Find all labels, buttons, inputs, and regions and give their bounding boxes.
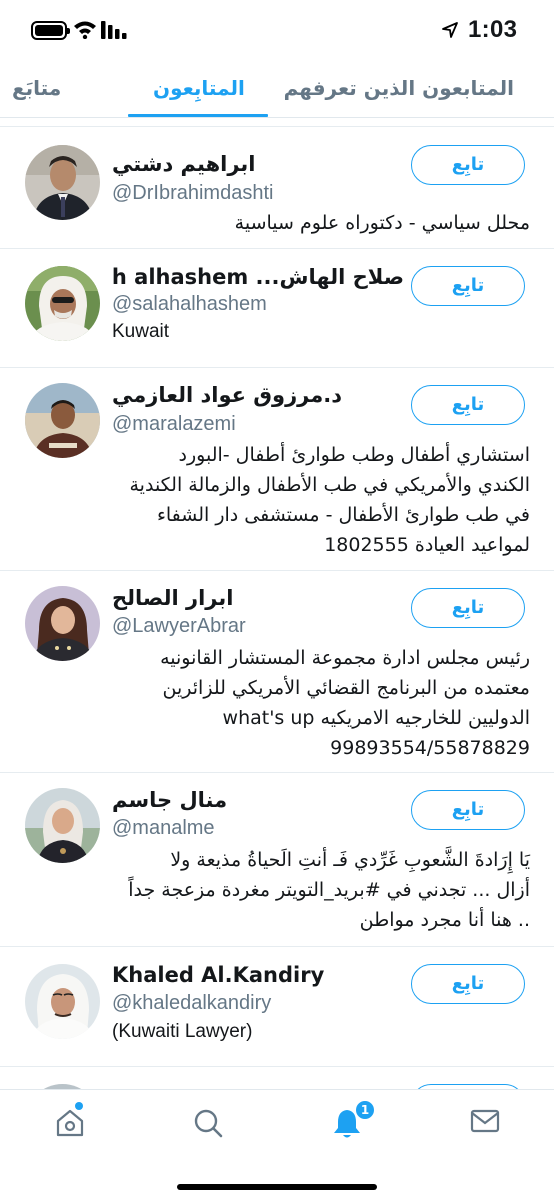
avatar[interactable] xyxy=(25,788,100,863)
follower-list[interactable]: ابراهيم دشتي @DrIbrahimdashti محلل سياسي… xyxy=(0,119,554,1089)
list-item[interactable]: منال جاسم @manalme يَا إِرَادةَ الشَّعوب… xyxy=(0,773,554,947)
notification-badge: 1 xyxy=(354,1099,376,1121)
follow-button[interactable]: تابِع xyxy=(411,588,525,628)
user-bio: استشاري أطفال وطب طوارئ أطفال -البورد ال… xyxy=(129,444,531,556)
avatar[interactable] xyxy=(25,383,100,458)
avatar[interactable] xyxy=(25,964,100,1039)
user-handle: @DrIbrahimdashti xyxy=(112,182,274,204)
tab-bar: متابَع المتابِعون المتابعون الذين تعرفهم xyxy=(0,60,554,118)
messages-icon[interactable] xyxy=(470,1108,500,1134)
user-name: صلاح الهاش... salah alhashem xyxy=(112,265,404,289)
user-bio: (Kuwaiti Lawyer) xyxy=(112,1021,253,1042)
user-handle: @salahalhashem xyxy=(112,293,267,315)
status-time: 1:03 xyxy=(468,16,518,43)
battery-icon xyxy=(31,21,70,40)
list-item[interactable]: ابرار الصالح @LawyerAbrar رئيس مجلس ادار… xyxy=(0,571,554,773)
list-item[interactable]: صلاح الهاش... salah alhashem @salahalhas… xyxy=(0,249,554,368)
search-icon[interactable] xyxy=(193,1108,223,1138)
status-bar: 1:03 xyxy=(0,0,554,60)
user-handle: @LawyerAbrar xyxy=(112,615,246,637)
wifi-icon xyxy=(74,21,96,39)
home-icon[interactable] xyxy=(55,1108,85,1138)
user-name: منال جاسم xyxy=(112,788,228,812)
follow-button[interactable]: تابِع xyxy=(411,790,525,830)
user-handle: @maralazemi xyxy=(112,413,236,435)
active-tab-indicator xyxy=(128,114,268,117)
list-item[interactable]: ابراهيم دشتي @DrIbrahimdashti محلل سياسي… xyxy=(0,128,554,249)
list-item[interactable]: Khaled Al.Kandiry @khaledalkandiry (Kuwa… xyxy=(0,947,554,1067)
user-name: ابراهيم دشتي xyxy=(112,152,256,176)
follow-button[interactable]: تابِع xyxy=(411,385,525,425)
avatar[interactable] xyxy=(25,586,100,661)
user-bio: Kuwait xyxy=(112,321,170,342)
user-name: د.مرزوق عواد العازمي xyxy=(112,383,343,407)
list-item[interactable]: د.مرزوق عواد العازمي @maralazemi استشاري… xyxy=(0,368,554,571)
cellular-signal-icon xyxy=(101,21,127,39)
home-indicator xyxy=(177,1184,377,1190)
home-unread-dot xyxy=(75,1102,83,1110)
tab-followers-you-know[interactable]: المتابعون الذين تعرفهم xyxy=(284,76,514,100)
user-handle: @manalme xyxy=(112,817,215,839)
user-bio: رئيس مجلس ادارة مجموعة المستشار القانوني… xyxy=(160,647,530,759)
tab-following[interactable]: متابَع xyxy=(12,76,61,100)
user-name: Khaled Al.Kandiry xyxy=(112,963,325,987)
list-item[interactable] xyxy=(0,1067,554,1089)
avatar[interactable] xyxy=(25,266,100,341)
user-bio: يَا إِرَادةَ الشَّعوبِ غَرِّدي فَـ أنتِ … xyxy=(128,849,530,931)
location-arrow-icon xyxy=(442,22,458,38)
follow-button[interactable]: تابِع xyxy=(411,964,525,1004)
user-bio: محلل سياسي - دكتوراه علوم سياسية xyxy=(234,212,530,234)
user-name: ابرار الصالح xyxy=(112,586,234,610)
avatar[interactable] xyxy=(25,145,100,220)
list-divider xyxy=(0,119,554,127)
user-handle: @khaledalkandiry xyxy=(112,992,272,1014)
follow-button[interactable]: تابِع xyxy=(411,145,525,185)
follow-button[interactable]: تابِع xyxy=(411,266,525,306)
tab-followers[interactable]: المتابِعون xyxy=(153,76,245,100)
